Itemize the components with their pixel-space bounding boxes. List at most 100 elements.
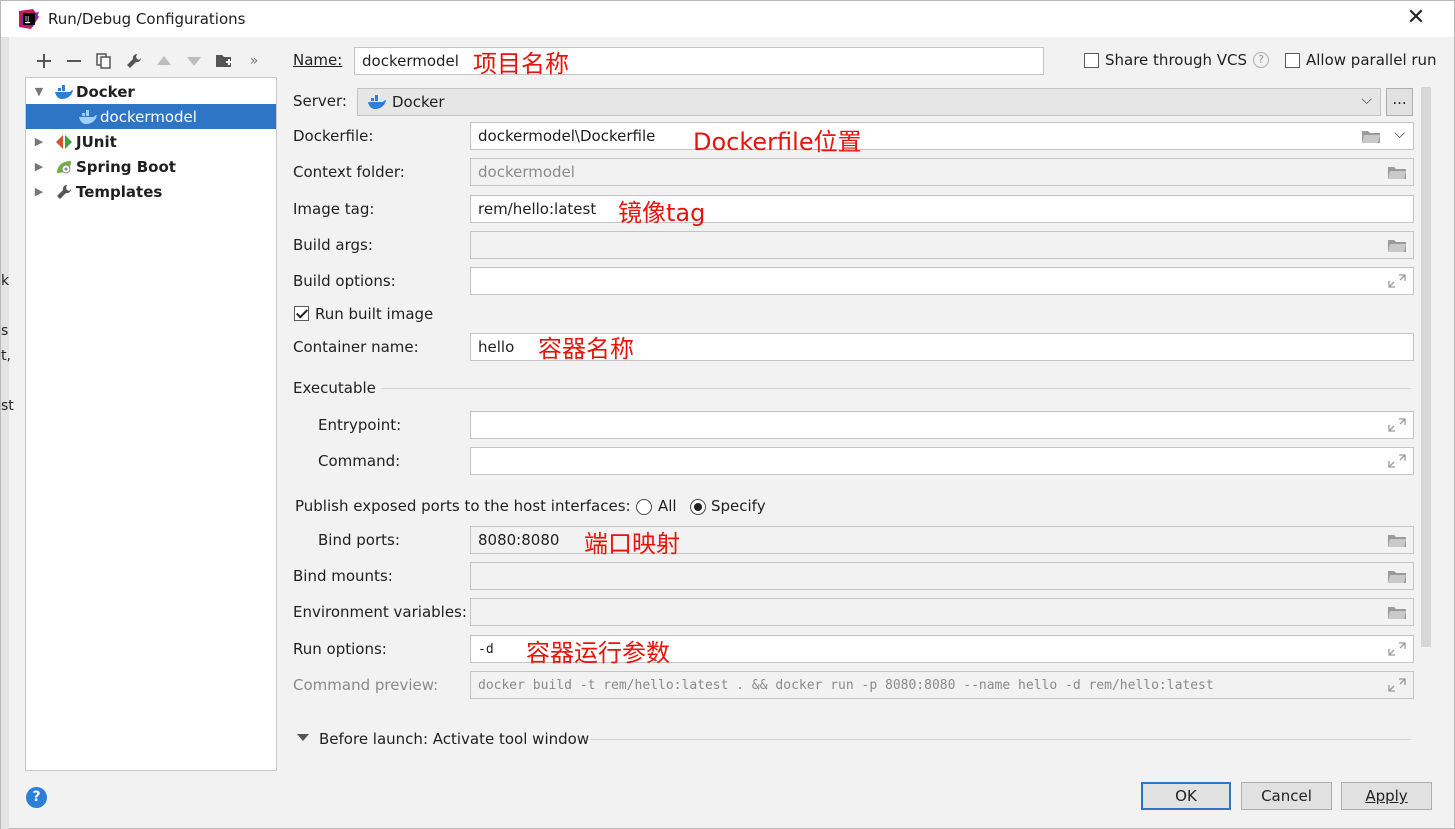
remove-icon[interactable] [59,49,89,73]
tree-item-spring-boot[interactable]: ▶ Spring Boot [26,154,276,179]
executable-separator [381,388,1411,389]
ok-button[interactable]: OK [1141,782,1231,810]
radio-all[interactable] [636,499,652,515]
bind-mounts-label: Bind mounts: [293,567,393,585]
chevron-right-icon[interactable]: ▶ [32,160,46,173]
tree-item-junit[interactable]: ▶ JUnit [26,129,276,154]
tree-item-label: JUnit [76,132,117,151]
before-launch-separator [589,739,1411,740]
new-folder-icon[interactable] [209,49,239,73]
env-vars-label: Environment variables: [293,603,467,621]
annotation-container: 容器名称 [538,335,634,363]
allow-parallel-label: Allow parallel run [1306,51,1437,69]
collapse-triangle-icon[interactable] [297,734,309,741]
spring-boot-icon [54,158,74,176]
container-name-label: Container name: [293,338,419,356]
tree-item-label: Spring Boot [76,157,176,176]
server-more-button[interactable]: ... [1386,88,1413,116]
bind-mounts-input[interactable] [470,562,1414,590]
folder-icon[interactable] [1387,237,1407,253]
bind-ports-value: 8080:8080 [478,531,560,549]
annotation-image-tag: 镜像tag [618,199,706,227]
command-input[interactable] [470,447,1414,475]
background-snippet: t, [1,348,11,364]
move-down-icon[interactable] [179,49,209,73]
help-circle-icon[interactable]: ? [1253,52,1269,68]
folder-icon[interactable] [1387,164,1407,180]
chevron-right-icon[interactable]: ▶ [32,135,46,148]
server-label: Server: [293,92,347,110]
expand-more-icon[interactable]: » [239,49,269,73]
share-vcs-checkbox[interactable] [1084,53,1099,68]
before-launch-label[interactable]: Before launch: Activate tool window [319,730,589,748]
run-options-label: Run options: [293,640,387,658]
command-label: Command: [318,452,401,470]
expand-icon[interactable] [1387,453,1407,469]
dockerfile-value: dockermodel\Dockerfile [478,127,656,145]
copy-icon[interactable] [89,49,119,73]
image-tag-value: rem/hello:latest [478,200,597,218]
add-icon[interactable] [29,49,59,73]
folder-icon[interactable] [1387,604,1407,620]
background-snippet: st [1,398,14,414]
annotation-dockerfile: Dockerfile位置 [693,128,862,156]
expand-icon[interactable] [1387,641,1407,657]
name-value: dockermodel [362,52,459,70]
background-snippet: k [1,273,10,289]
chevron-down-icon: ⌵ [1361,92,1372,108]
command-preview-value: docker build -t rem/hello:latest . && do… [478,677,1214,693]
title-bar: IJ Run/Debug Configurations ✕ [1,1,1454,37]
server-dropdown[interactable]: Docker ⌵ [357,88,1381,116]
context-folder-value: dockermodel [478,163,575,181]
chevron-right-icon[interactable]: ▶ [32,185,46,198]
vertical-scrollbar[interactable] [1421,87,1431,647]
tree-item-docker[interactable]: ▼ Docker [26,79,276,104]
close-icon[interactable]: ✕ [1404,7,1428,31]
help-icon[interactable]: ? [26,787,47,808]
wrench-icon [54,183,74,201]
name-input[interactable]: dockermodel [354,47,1044,75]
command-preview-label: Command preview: [293,676,439,694]
container-name-value: hello [478,338,515,356]
name-label: Name: [293,51,343,69]
folder-icon[interactable] [1361,128,1381,144]
run-built-image-label: Run built image [315,305,434,323]
image-tag-label: Image tag: [293,200,375,218]
allow-parallel-checkbox[interactable] [1285,53,1300,68]
configuration-tree: ▼ Docker dockermodel ▶ JUnit ▶ Spring Bo… [25,77,277,771]
run-debug-dialog: k s t, st IJ Run/Debug Configurations ✕ [0,0,1455,829]
radio-specify[interactable] [690,499,706,515]
context-folder-input[interactable]: dockermodel [470,158,1414,186]
build-options-label: Build options: [293,272,396,290]
share-vcs-label: Share through VCS [1105,51,1248,69]
run-built-image-checkbox[interactable] [294,306,309,321]
docker-icon [78,108,98,126]
move-up-icon[interactable] [149,49,179,73]
entrypoint-input[interactable] [470,411,1414,439]
folder-icon[interactable] [1387,568,1407,584]
build-options-input[interactable] [470,267,1414,295]
tree-item-label: dockermodel [100,107,197,126]
chevron-down-icon[interactable]: ⌵ [1394,126,1405,142]
wrench-icon[interactable] [119,49,149,73]
tree-item-dockermodel[interactable]: dockermodel [26,104,276,129]
expand-icon[interactable] [1387,417,1407,433]
window-title: Run/Debug Configurations [48,10,246,28]
apply-button[interactable]: Apply [1341,782,1432,810]
expand-icon[interactable] [1387,273,1407,289]
config-toolbar: » [29,49,269,73]
dockerfile-label: Dockerfile: [293,127,374,145]
tree-item-templates[interactable]: ▶ Templates [26,179,276,204]
env-vars-input[interactable] [470,598,1414,626]
server-value: Docker [392,93,445,111]
folder-icon[interactable] [1387,532,1407,548]
image-tag-input[interactable]: rem/hello:latest [470,195,1414,223]
svg-text:IJ: IJ [25,15,29,23]
expand-icon[interactable] [1387,677,1407,693]
dockerfile-input[interactable]: dockermodel\Dockerfile ⌵ [470,122,1414,150]
cancel-button[interactable]: Cancel [1241,782,1332,810]
chevron-down-icon[interactable]: ▼ [32,85,46,98]
build-args-input[interactable] [470,231,1414,259]
docker-icon [54,83,74,101]
junit-icon [54,133,74,151]
